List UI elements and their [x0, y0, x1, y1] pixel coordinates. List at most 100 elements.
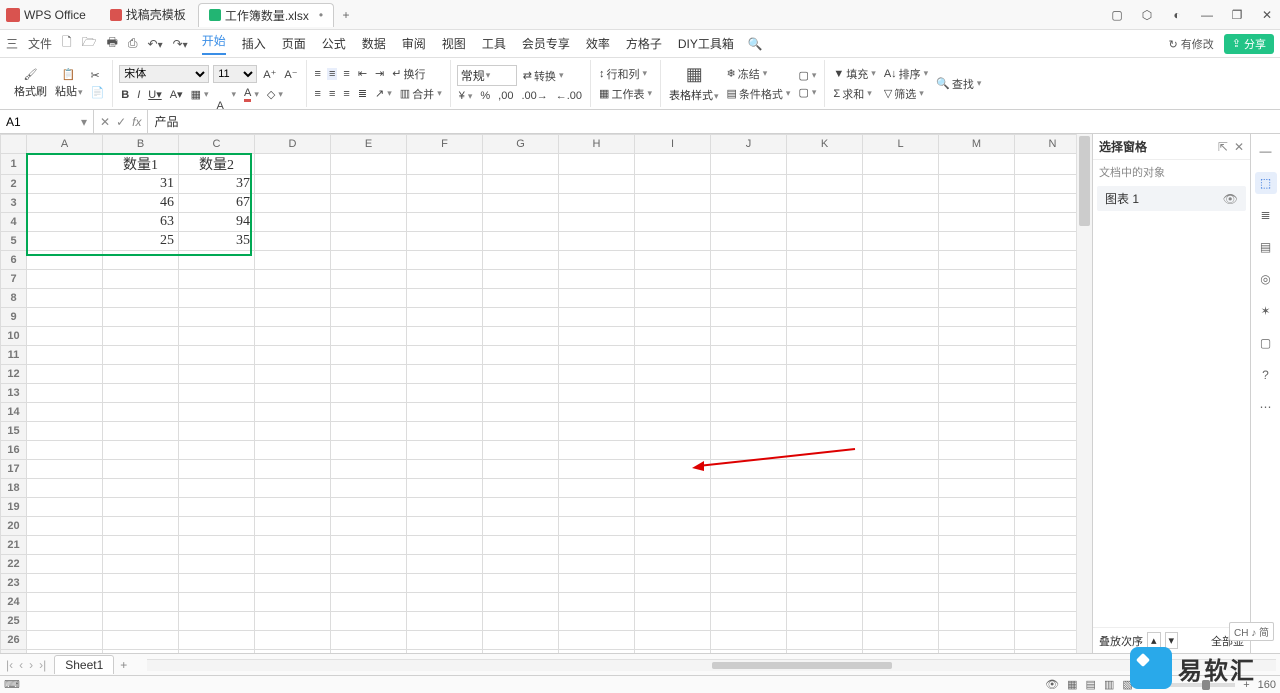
cell[interactable] [179, 327, 255, 346]
cell[interactable] [635, 460, 711, 479]
cell[interactable] [939, 346, 1015, 365]
cell[interactable] [711, 422, 787, 441]
cell[interactable] [255, 232, 331, 251]
cell[interactable] [407, 536, 483, 555]
cell[interactable] [103, 536, 179, 555]
cell[interactable] [483, 612, 559, 631]
cell[interactable]: 67 [179, 194, 255, 213]
cell[interactable] [103, 612, 179, 631]
cell[interactable] [939, 232, 1015, 251]
row-header[interactable]: 21 [1, 536, 27, 555]
cell[interactable] [483, 631, 559, 650]
cell[interactable] [711, 175, 787, 194]
cell[interactable] [787, 289, 863, 308]
align-middle-button[interactable]: ≡ [327, 68, 337, 80]
convert-button[interactable]: ⇄转换 [521, 68, 566, 84]
align-bottom-button[interactable]: ≡ [341, 68, 351, 80]
cell[interactable] [559, 650, 635, 654]
cell[interactable] [711, 574, 787, 593]
cell[interactable] [711, 650, 787, 654]
cell[interactable] [787, 327, 863, 346]
row-header[interactable]: 15 [1, 422, 27, 441]
cell[interactable] [407, 517, 483, 536]
cell[interactable] [635, 631, 711, 650]
cell[interactable] [103, 631, 179, 650]
ribbon-tab-formula[interactable]: 公式 [322, 35, 346, 52]
cell[interactable] [407, 213, 483, 232]
cell[interactable] [559, 194, 635, 213]
cell[interactable] [103, 479, 179, 498]
cell[interactable] [407, 479, 483, 498]
cell[interactable] [559, 498, 635, 517]
cell[interactable] [559, 213, 635, 232]
row-header[interactable]: 2 [1, 175, 27, 194]
ribbon-tab-review[interactable]: 审阅 [402, 35, 426, 52]
cell[interactable] [635, 574, 711, 593]
cell[interactable] [331, 251, 407, 270]
row-header[interactable]: 20 [1, 517, 27, 536]
share-button[interactable]: ⇪ 分享 [1224, 34, 1274, 54]
cell[interactable] [635, 422, 711, 441]
font-size-select[interactable]: 11 [213, 65, 257, 83]
col-header-F[interactable]: F [407, 135, 483, 154]
cell[interactable] [255, 346, 331, 365]
font-name-select[interactable]: 宋体 [119, 65, 209, 83]
cell[interactable] [103, 593, 179, 612]
cell[interactable] [407, 650, 483, 654]
ribbon-tab-home[interactable]: 开始 [202, 32, 226, 55]
right-btn-collapse[interactable]: — [1255, 140, 1277, 162]
cell[interactable] [787, 631, 863, 650]
cell[interactable] [179, 612, 255, 631]
cell[interactable] [559, 536, 635, 555]
highlight-color-button[interactable]: A [215, 89, 239, 100]
font-color-button[interactable]: A [242, 87, 261, 102]
confirm-formula-icon[interactable]: ✓ [116, 115, 126, 129]
ribbon-tab-tools[interactable]: 工具 [482, 35, 506, 52]
cell[interactable] [635, 327, 711, 346]
cell[interactable] [27, 650, 103, 654]
cell[interactable] [27, 384, 103, 403]
cell[interactable] [559, 441, 635, 460]
col-header-D[interactable]: D [255, 135, 331, 154]
cell[interactable] [863, 460, 939, 479]
cell[interactable] [255, 251, 331, 270]
row-header[interactable]: 7 [1, 270, 27, 289]
cell[interactable] [179, 365, 255, 384]
right-btn-4[interactable]: ◎ [1255, 268, 1277, 290]
cell[interactable] [27, 403, 103, 422]
cell[interactable] [179, 460, 255, 479]
cell[interactable]: 31 [103, 175, 179, 194]
cell[interactable] [787, 346, 863, 365]
col-header-I[interactable]: I [635, 135, 711, 154]
cell[interactable] [331, 555, 407, 574]
new-tab-button[interactable]: + [336, 5, 356, 25]
cell[interactable] [27, 441, 103, 460]
cell[interactable] [939, 650, 1015, 654]
cell[interactable] [711, 593, 787, 612]
row-header[interactable]: 23 [1, 574, 27, 593]
cell[interactable] [407, 460, 483, 479]
cell[interactable] [27, 365, 103, 384]
cell[interactable] [787, 213, 863, 232]
cell[interactable] [483, 479, 559, 498]
tab-workbook[interactable]: 工作簿数量.xlsx • [198, 3, 334, 27]
cell[interactable] [635, 403, 711, 422]
cell[interactable] [255, 213, 331, 232]
cell[interactable] [787, 154, 863, 175]
cell[interactable] [27, 194, 103, 213]
row-header[interactable]: 6 [1, 251, 27, 270]
cell[interactable] [179, 536, 255, 555]
cell[interactable] [407, 232, 483, 251]
cell[interactable] [179, 593, 255, 612]
cell[interactable] [255, 384, 331, 403]
ribbon-tab-diy[interactable]: DIY工具箱 [678, 35, 734, 52]
scrollbar-thumb[interactable] [1079, 136, 1090, 226]
cell[interactable] [483, 213, 559, 232]
cell[interactable] [179, 251, 255, 270]
right-btn-2[interactable]: ≣ [1255, 204, 1277, 226]
cell[interactable] [939, 555, 1015, 574]
col-header-A[interactable]: A [27, 135, 103, 154]
cell[interactable] [711, 251, 787, 270]
cell[interactable] [711, 289, 787, 308]
cell[interactable] [711, 308, 787, 327]
